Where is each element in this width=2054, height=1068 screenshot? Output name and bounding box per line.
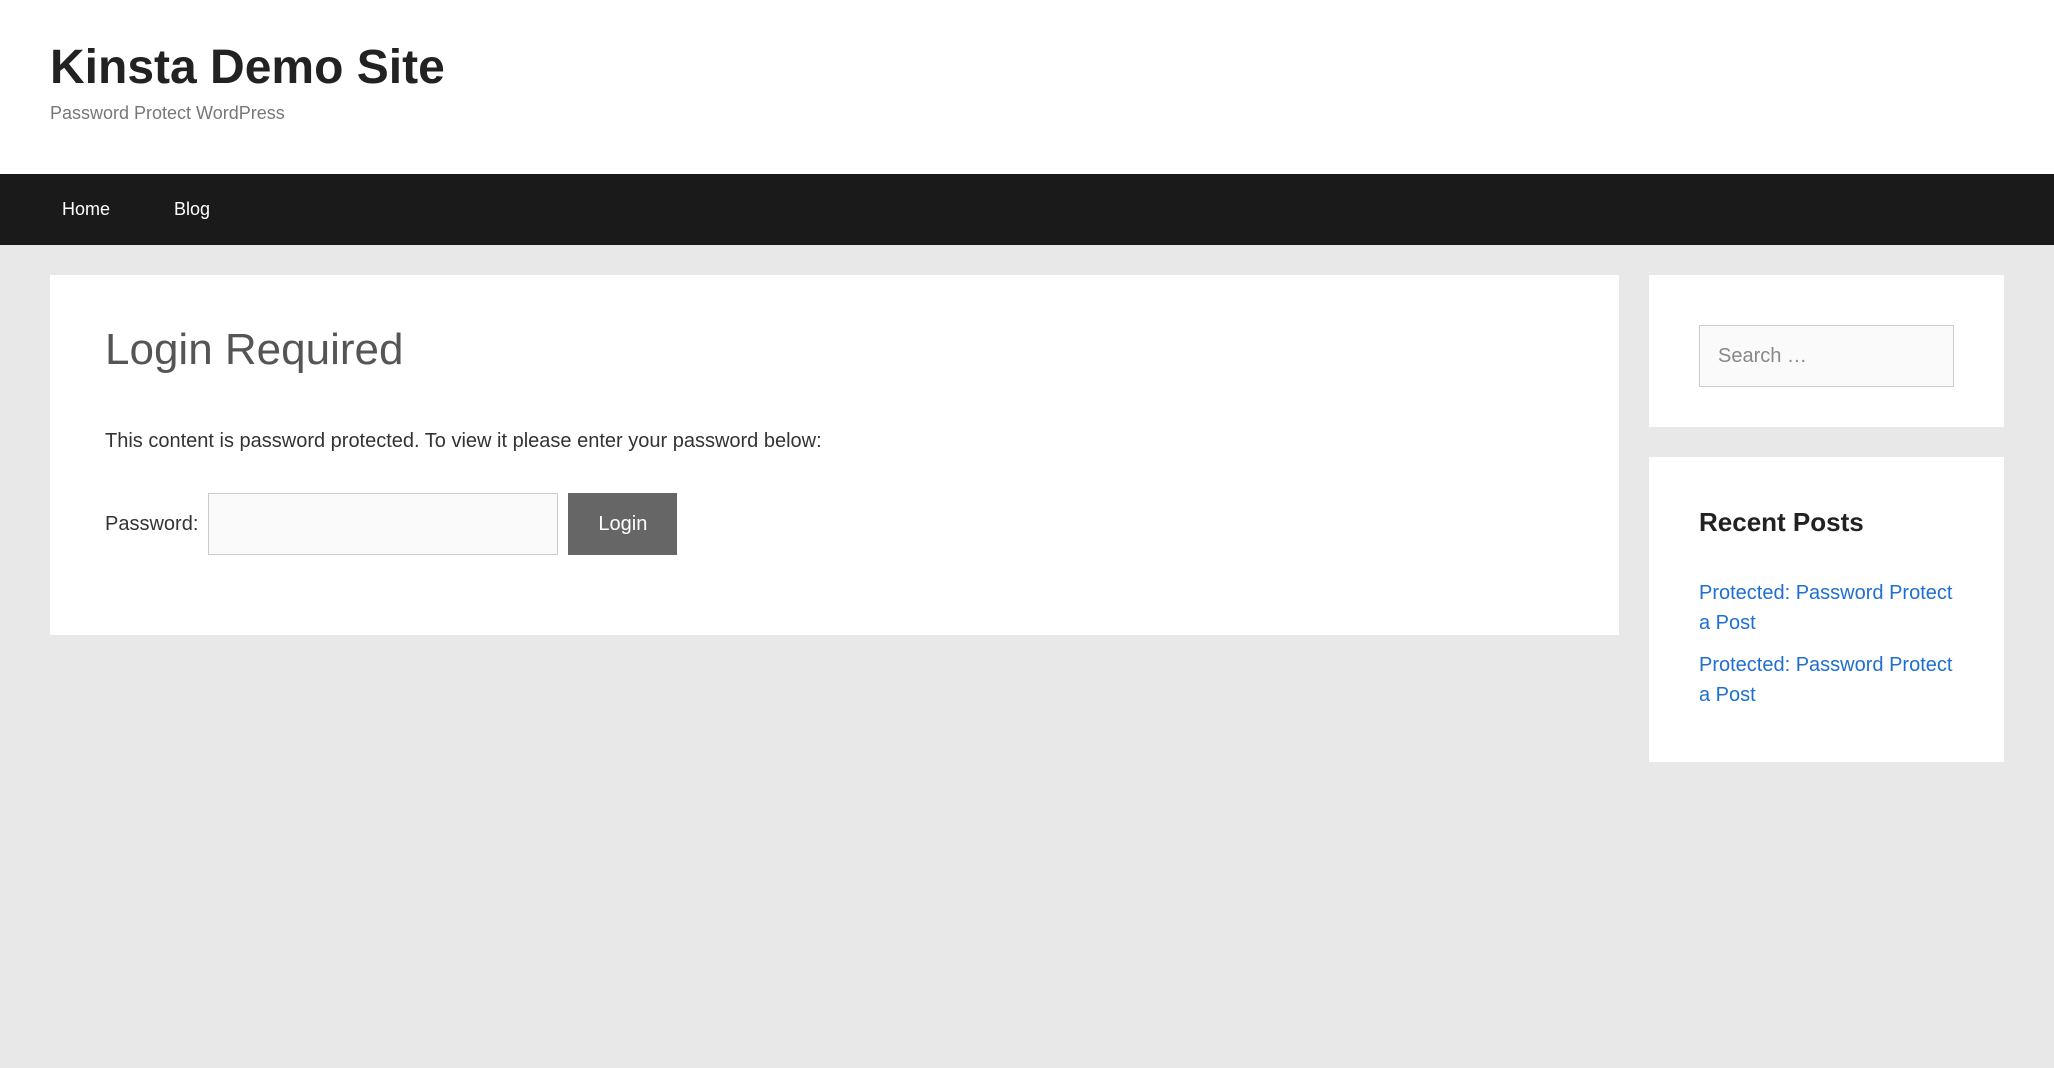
recent-post-link[interactable]: Protected: Password Protect a Post	[1699, 578, 1954, 638]
site-header: Kinsta Demo Site Password Protect WordPr…	[0, 0, 2054, 174]
site-tagline: Password Protect WordPress	[50, 103, 2004, 124]
main-content: Login Required This content is password …	[50, 275, 1619, 635]
sidebar: Recent Posts Protected: Password Protect…	[1649, 275, 2004, 762]
protected-message: This content is password protected. To v…	[105, 430, 1564, 453]
content-wrapper: Login Required This content is password …	[0, 245, 2054, 792]
password-label: Password:	[105, 513, 198, 536]
login-button[interactable]: Login	[568, 493, 677, 555]
recent-posts-list: Protected: Password Protect a Post Prote…	[1699, 578, 1954, 710]
nav-item-home[interactable]: Home	[50, 174, 122, 245]
main-nav: Home Blog	[0, 174, 2054, 245]
site-title: Kinsta Demo Site	[50, 40, 2004, 95]
recent-post-link[interactable]: Protected: Password Protect a Post	[1699, 650, 1954, 710]
search-input[interactable]	[1699, 325, 1954, 387]
password-form: Password: Login	[105, 493, 1564, 555]
nav-menu: Home Blog	[50, 174, 2004, 245]
search-widget	[1649, 275, 2004, 427]
password-input[interactable]	[208, 493, 558, 555]
page-title: Login Required	[105, 325, 1564, 375]
nav-item-blog[interactable]: Blog	[162, 174, 222, 245]
recent-posts-title: Recent Posts	[1699, 507, 1954, 538]
recent-posts-widget: Recent Posts Protected: Password Protect…	[1649, 457, 2004, 762]
